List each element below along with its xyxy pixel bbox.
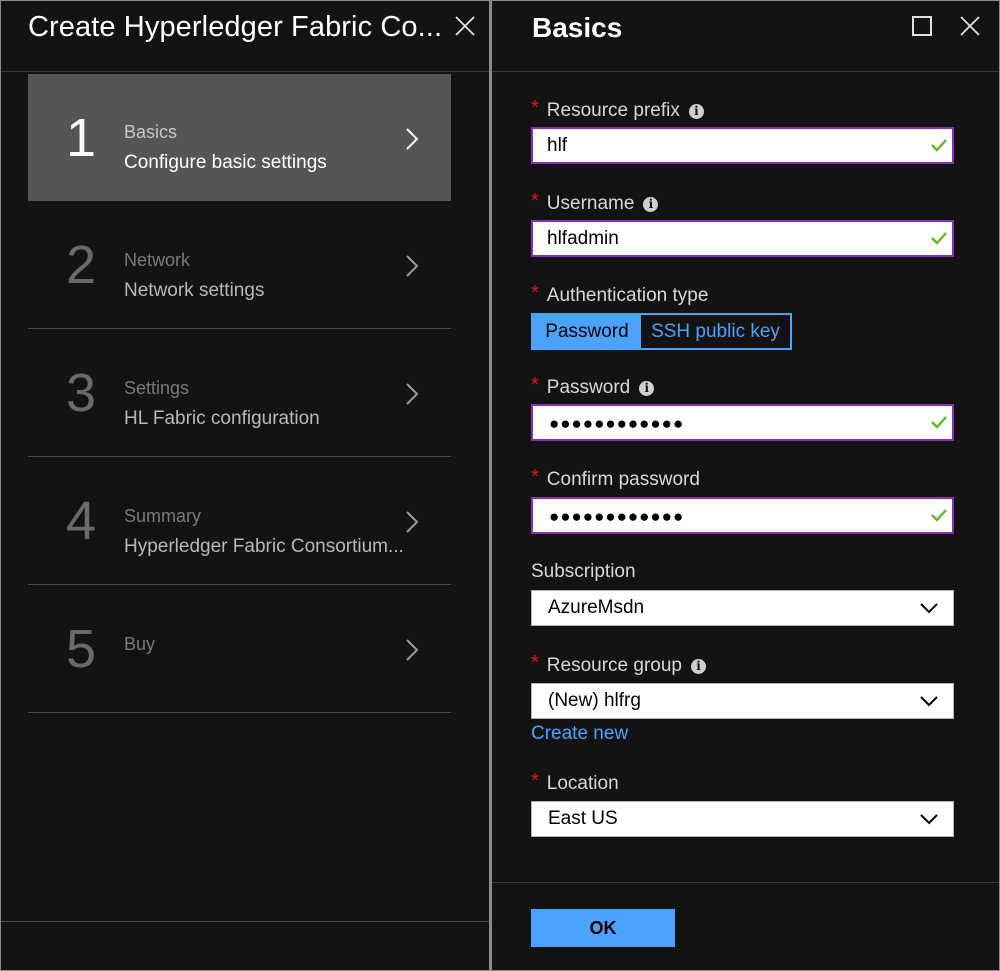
password-label: * Password i	[531, 374, 655, 399]
step-buy[interactable]: 5 Buy	[28, 585, 451, 713]
info-icon[interactable]: i	[643, 197, 659, 212]
wizard-header: Create Hyperledger Fabric Co...	[1, 1, 489, 72]
subscription-select[interactable]: AzureMsdn	[531, 590, 954, 626]
blade-title: Basics	[532, 12, 623, 43]
ok-button[interactable]: OK	[531, 909, 675, 947]
subscription-label: Subscription	[531, 561, 636, 582]
username-label: * Username i	[531, 190, 659, 215]
close-icon	[960, 16, 980, 36]
basics-blade: Basics * Resource prefix i hlf * Username i …	[492, 1, 999, 970]
step-subtitle: Configure basic settings	[124, 152, 327, 173]
chevron-right-icon	[405, 638, 419, 662]
auth-type-label: * Authentication type	[531, 282, 709, 306]
chevron-down-icon	[919, 602, 939, 614]
close-blade-button[interactable]	[959, 15, 981, 37]
step-title: Summary	[124, 506, 202, 526]
step-number: 3	[66, 363, 97, 423]
step-number: 4	[66, 491, 97, 551]
step-subtitle: HL Fabric configuration	[124, 408, 320, 429]
password-input[interactable]: ●●●●●●●●●●●●	[531, 404, 954, 441]
resource-group-select[interactable]: (New) hlfrg	[531, 683, 954, 719]
info-icon[interactable]: i	[639, 381, 655, 396]
auth-option-ssh-key[interactable]: SSH public key	[641, 315, 790, 348]
check-icon	[930, 414, 948, 430]
wizard-steps: 1 Basics Configure basic settings 2 Netw…	[28, 74, 451, 713]
divider	[1, 921, 489, 922]
wizard-blade: Create Hyperledger Fabric Co... 1 Basics…	[1, 1, 489, 970]
chevron-right-icon	[405, 382, 419, 406]
required-asterisk: *	[531, 282, 539, 304]
create-new-link[interactable]: Create new	[531, 723, 628, 745]
step-network[interactable]: 2 Network Network settings	[28, 201, 451, 329]
close-icon	[455, 16, 475, 36]
step-number: 5	[66, 619, 97, 679]
basics-header: Basics	[492, 1, 999, 72]
check-icon	[930, 507, 948, 523]
step-subtitle: Network settings	[124, 280, 265, 301]
required-asterisk: *	[531, 652, 539, 674]
step-number: 2	[66, 235, 97, 295]
required-asterisk: *	[531, 466, 539, 488]
close-wizard-button[interactable]	[454, 15, 476, 37]
step-subtitle: Hyperledger Fabric Consortium...	[124, 536, 404, 557]
resource-prefix-input[interactable]: hlf	[531, 127, 954, 164]
chevron-down-icon	[919, 695, 939, 707]
location-select[interactable]: East US	[531, 801, 954, 837]
info-icon[interactable]: i	[688, 104, 704, 119]
info-icon[interactable]: i	[691, 659, 706, 674]
confirm-password-input[interactable]: ●●●●●●●●●●●●	[531, 497, 954, 534]
required-asterisk: *	[531, 97, 539, 119]
chevron-right-icon	[405, 254, 419, 278]
step-title: Settings	[124, 378, 190, 398]
resource-group-label: * Resource group i	[531, 652, 706, 677]
location-label: * Location	[531, 770, 619, 794]
check-icon	[930, 230, 948, 246]
required-asterisk: *	[531, 190, 539, 212]
step-title: Basics	[124, 122, 178, 142]
step-summary[interactable]: 4 Summary Hyperledger Fabric Consortium.…	[28, 457, 451, 585]
confirm-password-label: * Confirm password	[531, 466, 700, 490]
wizard-title: Create Hyperledger Fabric Co...	[28, 11, 443, 43]
username-input[interactable]: hlfadmin	[531, 220, 954, 257]
step-basics[interactable]: 1 Basics Configure basic settings	[28, 74, 451, 201]
resource-prefix-label: * Resource prefix i	[531, 97, 704, 122]
auth-type-toggle: Password SSH public key	[531, 313, 792, 350]
auth-option-password[interactable]: Password	[533, 315, 641, 348]
required-asterisk: *	[531, 374, 539, 396]
check-icon	[930, 137, 948, 153]
step-number: 1	[66, 108, 97, 168]
step-settings[interactable]: 3 Settings HL Fabric configuration	[28, 329, 451, 457]
step-title: Buy	[124, 634, 156, 654]
maximize-button[interactable]	[912, 16, 932, 36]
chevron-right-icon	[405, 127, 419, 151]
required-asterisk: *	[531, 770, 539, 792]
divider	[492, 882, 999, 883]
chevron-down-icon	[919, 813, 939, 825]
chevron-right-icon	[405, 510, 419, 534]
step-title: Network	[124, 250, 191, 270]
